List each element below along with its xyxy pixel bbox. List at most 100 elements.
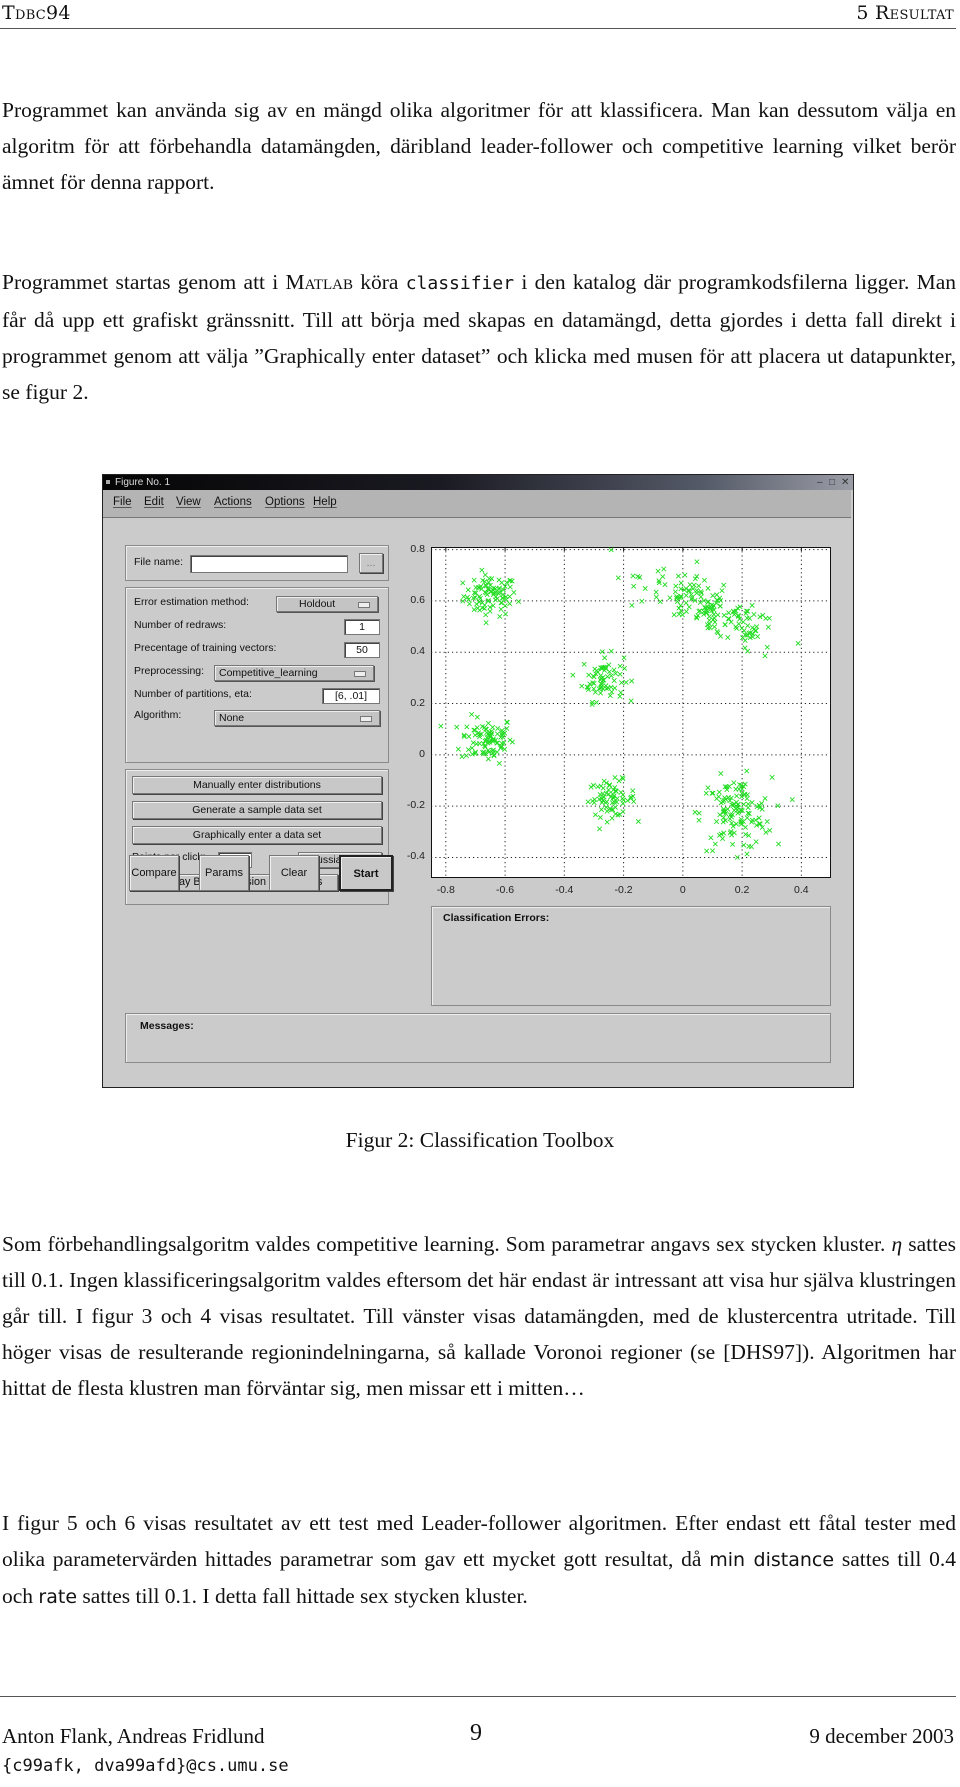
graphically-enter-button[interactable]: Graphically enter a data set: [132, 826, 382, 844]
browse-button[interactable]: ...: [359, 553, 383, 573]
compare-button[interactable]: Compare: [129, 855, 179, 891]
window-menu-icon[interactable]: [106, 480, 110, 484]
data-point: [592, 812, 598, 818]
data-point: [764, 818, 770, 825]
paragraph-3: Som förbehandlingsalgoritm valdes compet…: [2, 1226, 956, 1406]
data-point: [597, 826, 603, 832]
data-point: [455, 746, 461, 752]
data-point: [731, 780, 737, 786]
data-point: [495, 726, 501, 732]
start-button[interactable]: Start: [339, 855, 393, 891]
data-point: [594, 699, 600, 706]
clear-button[interactable]: Clear: [269, 855, 319, 891]
data-point: [620, 801, 626, 807]
data-point: [629, 602, 635, 608]
data-point: [487, 608, 493, 614]
menu-view[interactable]: View: [176, 496, 201, 508]
data-point: [742, 637, 748, 643]
data-point: [678, 580, 684, 586]
data-point: [607, 782, 613, 789]
text-run: sattes till 0.1. I detta fall hittade se…: [77, 1584, 528, 1608]
cluster-top-left: [460, 567, 522, 626]
data-point: [679, 612, 686, 618]
data-point: [601, 778, 607, 784]
data-point: [615, 575, 621, 581]
start-label: Start: [353, 868, 379, 880]
manual-distributions-button[interactable]: Manually enter distributions: [132, 776, 382, 794]
preprocessing-dropdown[interactable]: Competitive_learning: [214, 665, 374, 681]
data-point: [602, 655, 608, 661]
plot-axes[interactable]: [431, 547, 831, 878]
preprocessing-label: Preprocessing:: [134, 665, 205, 677]
data-point: [617, 671, 623, 677]
window-titlebar[interactable]: Figure No. 1 – □ ✕: [103, 475, 853, 490]
data-point: [598, 690, 604, 696]
menu-actions[interactable]: Actions: [214, 496, 252, 508]
paragraph-1-text: Programmet kan använda sig av en mängd o…: [2, 98, 956, 194]
redraws-input[interactable]: 1: [344, 619, 380, 635]
menu-options[interactable]: Options: [265, 496, 305, 508]
data-point: [469, 711, 475, 717]
data-point: [691, 582, 697, 588]
data-point: [604, 674, 610, 680]
minimize-icon[interactable]: –: [817, 476, 823, 489]
data-point: [642, 585, 648, 591]
data-point: [490, 724, 496, 730]
data-point: [653, 594, 659, 600]
data-point: [483, 612, 489, 618]
classification-errors-label: Classification Errors:: [443, 912, 550, 924]
params-button[interactable]: Params: [199, 855, 249, 891]
partitions-input[interactable]: [6, .01]: [322, 688, 380, 704]
menu-file[interactable]: File: [113, 496, 132, 508]
data-point: [620, 809, 626, 815]
y-tick-label: 0.8: [410, 542, 425, 555]
generate-sample-button[interactable]: Generate a sample data set: [132, 801, 382, 819]
data-point: [581, 661, 587, 667]
data-point: [711, 624, 718, 630]
data-point: [459, 754, 465, 760]
menu-edit[interactable]: Edit: [144, 496, 164, 508]
data-point: [438, 723, 444, 729]
error-method-dropdown[interactable]: Holdout: [276, 596, 378, 612]
paragraph-1: Programmet kan använda sig av en mängd o…: [2, 92, 956, 200]
data-point: [740, 619, 746, 625]
data-point: [705, 585, 711, 591]
data-point: [611, 678, 617, 684]
data-point: [586, 672, 592, 678]
close-icon[interactable]: ✕: [841, 476, 849, 489]
data-point: [635, 818, 641, 824]
data-point: [776, 841, 782, 847]
x-tick-label: -0.2: [614, 884, 633, 896]
data-point: [719, 588, 725, 594]
page-number: 9: [470, 1720, 482, 1746]
data-point: [661, 566, 667, 572]
data-point: [608, 648, 614, 654]
data-point: [614, 795, 620, 802]
running-header-left: Tdbc94: [2, 2, 71, 24]
data-point: [736, 621, 742, 627]
file-name-input[interactable]: [190, 555, 348, 573]
algorithm-label: Algorithm:: [134, 709, 182, 721]
data-point: [598, 672, 604, 678]
data-point: [617, 693, 623, 699]
data-point: [723, 796, 729, 802]
classification-errors-panel: Classification Errors:: [431, 906, 831, 1006]
data-point: [662, 582, 668, 588]
param-min-distance: min distance: [709, 1549, 835, 1571]
menu-bar: File Edit View Actions Options Help: [103, 490, 851, 518]
cluster-center-low: [585, 774, 641, 832]
data-point: [703, 790, 709, 796]
maximize-icon[interactable]: □: [829, 476, 835, 489]
data-point: [620, 795, 626, 802]
algorithm-dropdown[interactable]: None: [214, 710, 380, 726]
data-point: [696, 810, 702, 816]
data-point: [623, 679, 629, 685]
window-title: Figure No. 1: [115, 477, 171, 488]
data-point: [759, 806, 765, 812]
menu-help[interactable]: Help: [313, 496, 337, 508]
error-method-value: Holdout: [299, 598, 336, 610]
data-point: [726, 610, 732, 616]
data-point: [588, 784, 594, 790]
cluster-top-right: [608, 547, 801, 659]
training-input[interactable]: 50: [344, 642, 380, 658]
